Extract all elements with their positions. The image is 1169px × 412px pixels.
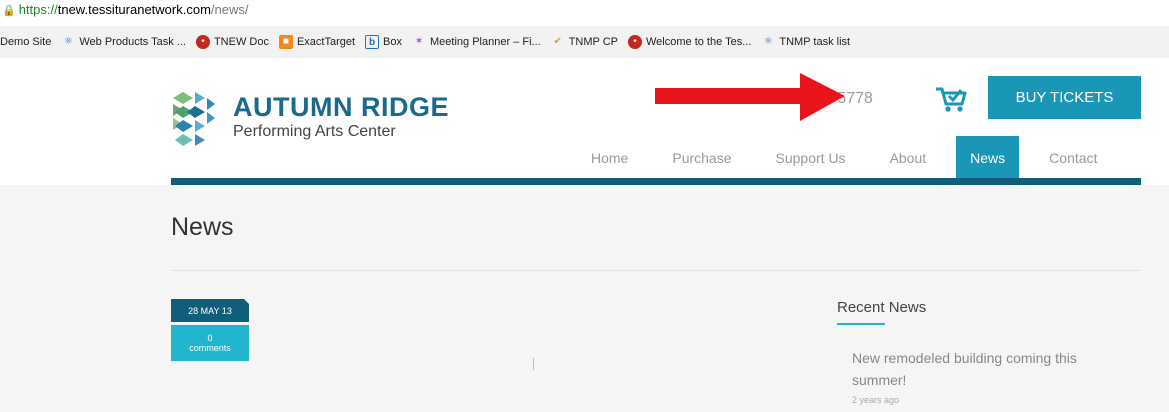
bookmark-label: Meeting Planner – Fi... xyxy=(430,36,541,48)
bookmark-demo-site[interactable]: Demo Site xyxy=(0,36,51,48)
bookmark-box[interactable]: b Box xyxy=(365,35,402,49)
bookmark-web-products-task[interactable]: ⚛ Web Products Task ... xyxy=(61,35,186,49)
bookmark-label: ExactTarget xyxy=(296,36,356,48)
red-logo-icon: • xyxy=(195,35,210,49)
url-scheme: https:// xyxy=(18,2,58,17)
red-arrow-icon xyxy=(655,73,845,121)
logo-mark-icon xyxy=(173,92,215,146)
nav-item-contact[interactable]: Contact xyxy=(1035,136,1111,180)
nav-item-news[interactable]: News xyxy=(956,136,1020,180)
nav-item-about[interactable]: About xyxy=(876,136,941,180)
recent-news-link[interactable]: New remodeled building coming this summe… xyxy=(852,347,1112,391)
bookmark-tnew-doc[interactable]: • TNEW Doc xyxy=(195,35,269,49)
cp-icon: ✔ xyxy=(553,36,562,47)
bookmark-tnmp-cp[interactable]: ✔ TNMP CP xyxy=(551,35,618,49)
bookmark-exacttarget[interactable]: ■ ExactTarget xyxy=(278,35,356,49)
red-logo-icon: • xyxy=(628,35,642,49)
logo-name: AUTUMN RIDGE xyxy=(233,92,449,122)
meeting-planner-icon: ✶ xyxy=(414,36,424,47)
comments-count: 0 xyxy=(207,333,213,343)
date-badge: 28 MAY 13 xyxy=(171,299,250,322)
bookmark-label: Web Products Task ... xyxy=(79,36,186,48)
exacttarget-icon: ■ xyxy=(278,35,293,49)
comments-label: comments xyxy=(189,343,231,353)
recent-news-time: 2 years ago xyxy=(852,395,900,405)
page-title: News xyxy=(171,213,234,241)
site-logo[interactable]: AUTUMN RIDGE Performing Arts Center xyxy=(169,90,469,150)
lock-icon: 🔒 xyxy=(2,5,16,17)
nav-item-purchase[interactable]: Purchase xyxy=(658,136,745,180)
title-divider xyxy=(171,270,1141,271)
tnmp-logo-icon: ⚛ xyxy=(63,36,73,47)
address-bar[interactable]: 🔒 https://tnew.tessituranetwork.com/news/ xyxy=(0,0,1169,26)
content-area: News 28 MAY 13 0 comments Recent News Ne… xyxy=(0,185,1169,412)
bookmark-label: TNMP task list xyxy=(779,36,851,48)
recent-news-heading: Recent News xyxy=(837,299,927,316)
bookmark-label: Welcome to the Tes... xyxy=(646,36,752,48)
buy-tickets-button[interactable]: BUY TICKETS xyxy=(988,76,1141,119)
box-icon: b xyxy=(365,35,380,49)
comments-badge[interactable]: 0 comments xyxy=(171,325,249,361)
site-header: AUTUMN RIDGE Performing Arts Center -643… xyxy=(0,58,1169,180)
nav-item-home[interactable]: Home xyxy=(577,136,642,180)
bookmark-welcome[interactable]: • Welcome to the Tes... xyxy=(628,35,751,49)
url-host: tnew.tessituranetwork.com xyxy=(57,2,211,17)
tnmp-logo-icon: ⚛ xyxy=(763,36,773,47)
nav-divider xyxy=(171,178,1141,185)
bookmark-label: TNEW Doc xyxy=(213,36,269,48)
web-page: AUTUMN RIDGE Performing Arts Center -643… xyxy=(0,58,1169,412)
bookmark-meeting-planner[interactable]: ✶ Meeting Planner – Fi... xyxy=(412,35,541,49)
text-cursor xyxy=(533,358,534,370)
bookmarks-bar: Demo Site ⚛ Web Products Task ... • TNEW… xyxy=(0,26,1169,58)
bookmark-label: TNMP CP xyxy=(568,36,618,48)
logo-tagline: Performing Arts Center xyxy=(233,123,396,140)
bookmark-label: Demo Site xyxy=(0,36,52,48)
bookmark-label: Box xyxy=(383,36,403,48)
bookmark-tnmp-task-list[interactable]: ⚛ TNMP task list xyxy=(761,35,850,49)
nav-item-support-us[interactable]: Support Us xyxy=(762,136,860,180)
recent-news-underline xyxy=(837,323,885,325)
main-nav: Home Purchase Support Us About News Cont… xyxy=(577,136,1111,180)
cart-icon[interactable] xyxy=(934,84,968,114)
url-path: /news/ xyxy=(210,2,249,17)
